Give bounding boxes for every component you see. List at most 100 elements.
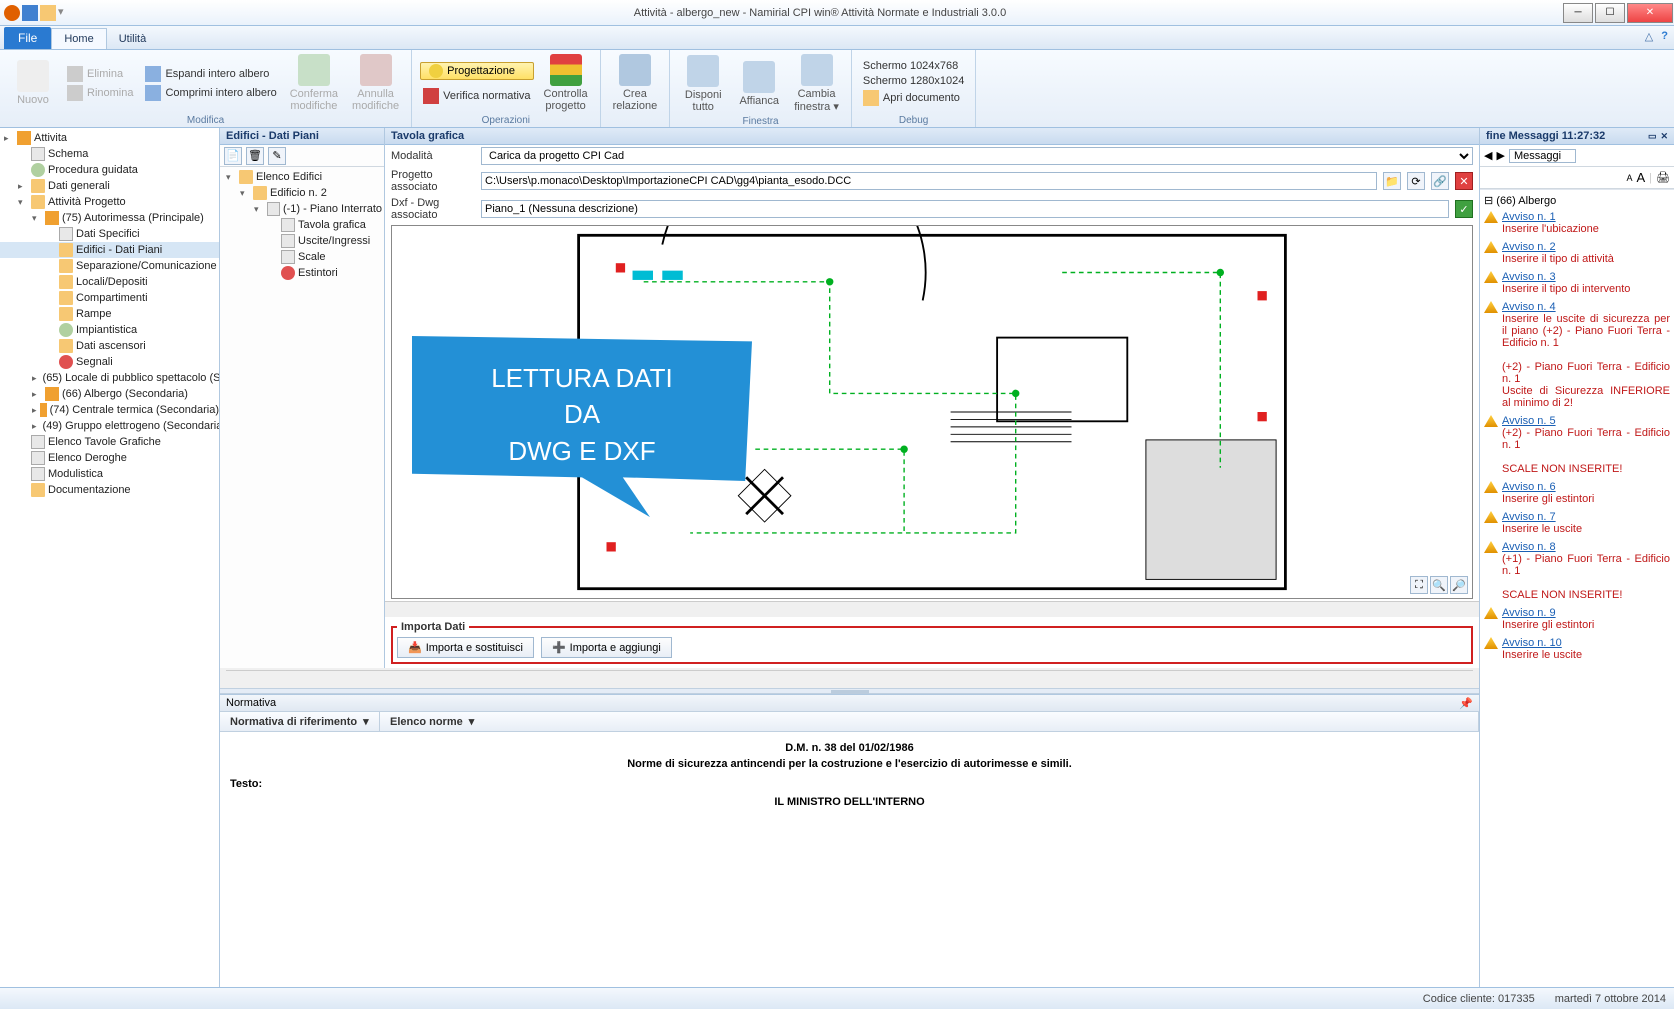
edifici-tree[interactable]: ▾Elenco Edifici▾Edificio n. 2▾(-1) - Pia… [220,167,384,668]
tree-node[interactable]: ▸Dati generali [0,178,219,194]
elimina-button[interactable]: Elimina [64,65,136,83]
ed-tree-node[interactable]: Uscite/Ingressi [222,233,382,249]
refresh-icon[interactable]: ⟳ [1407,172,1425,190]
tree-node[interactable]: ▸(74) Centrale termica (Secondaria) [0,402,219,418]
panel-min-icon[interactable]: ▭ [1648,131,1657,142]
cambia-finestra-button[interactable]: Cambia finestra ▾ [790,52,843,115]
importa-aggiungi-button[interactable]: ➕Importa e aggiungi [541,637,672,658]
panel-close-icon[interactable]: ✕ [1660,131,1668,142]
message-link[interactable]: Avviso n. 4 [1484,301,1670,313]
tree-node[interactable]: ▸(65) Locale di pubblico spettacolo (Sec [0,370,219,386]
apri-documento-button[interactable]: Apri documento [860,89,968,107]
schermo2-button[interactable]: Schermo 1280x1024 [860,74,968,88]
tree-node[interactable]: Elenco Deroghe [0,450,219,466]
canvas-h-scrollbar[interactable] [385,601,1479,617]
message-link[interactable]: Avviso n. 1 [1484,211,1670,223]
modalita-select[interactable]: Carica da progetto CPI Cad [481,147,1473,165]
tree-node[interactable]: ▾Attività Progetto [0,194,219,210]
tree-node[interactable]: Procedura guidata [0,162,219,178]
msg-root-node[interactable]: ⊟ (66) Albergo [1484,194,1670,207]
font-smaller-icon[interactable]: A [1626,173,1632,183]
minimize-button[interactable]: ─ [1563,3,1593,23]
normativa-col2[interactable]: Elenco norme▾ [380,712,1479,731]
msg-dropdown[interactable]: Messaggi [1509,149,1576,163]
tree-node[interactable]: ▸Attivita [0,130,219,146]
delete-item-icon[interactable]: 🗑 [246,147,264,165]
tree-node[interactable]: Impiantistica [0,322,219,338]
file-tab[interactable]: File [4,27,51,49]
tree-node[interactable]: Dati ascensori [0,338,219,354]
espandi-button[interactable]: Espandi intero albero [142,65,279,83]
messaggi-list[interactable]: ⊟ (66) Albergo Avviso n. 1Inserire l'ubi… [1480,189,1674,987]
close-button[interactable]: ✕ [1627,3,1673,23]
comprimi-button[interactable]: Comprimi intero albero [142,84,279,102]
verifica-button[interactable]: Verifica normativa [420,87,533,105]
disponi-button[interactable]: Disponi tutto [678,53,728,115]
ed-tree-node[interactable]: ▾Edificio n. 2 [222,185,382,201]
importa-sostituisci-button[interactable]: 📥Importa e sostituisci [397,637,534,658]
ed-tree-node[interactable]: ▾(-1) - Piano Interrato [222,201,382,217]
splitter-h[interactable] [220,688,1479,694]
ed-tree-node[interactable]: Tavola grafica [222,217,382,233]
message-link[interactable]: Avviso n. 7 [1484,511,1670,523]
progetto-input[interactable] [481,172,1377,190]
maximize-button[interactable]: ☐ [1595,3,1625,23]
annulla-button[interactable]: Annulla modifiche [348,52,403,114]
font-larger-icon[interactable]: A [1637,170,1646,185]
qat-open-icon[interactable] [40,5,56,21]
center-h-scrollbar[interactable] [226,670,1473,686]
tree-node[interactable]: Rampe [0,306,219,322]
help-icon[interactable]: ? [1661,30,1668,43]
nuovo-button[interactable]: Nuovo [8,58,58,108]
tree-node[interactable]: Segnali [0,354,219,370]
zoom-extents-icon[interactable]: ⛶ [1410,576,1428,594]
zoom-out-icon[interactable]: 🔎 [1450,576,1468,594]
next-msg-icon[interactable]: ▶ [1496,149,1504,162]
rinomina-button[interactable]: Rinomina [64,84,136,102]
tree-node[interactable]: Compartimenti [0,290,219,306]
tree-node[interactable]: Documentazione [0,482,219,498]
zoom-in-icon[interactable]: 🔍 [1430,576,1448,594]
ed-tree-node[interactable]: ▾Elenco Edifici [222,169,382,185]
message-link[interactable]: Avviso n. 5 [1484,415,1670,427]
message-link[interactable]: Avviso n. 6 [1484,481,1670,493]
message-link[interactable]: Avviso n. 8 [1484,541,1670,553]
tree-node[interactable]: ▸(66) Albergo (Secondaria) [0,386,219,402]
qat-icon-1[interactable] [4,5,20,21]
navigator-tree[interactable]: ▸AttivitaSchemaProcedura guidata▸Dati ge… [0,128,220,987]
progettazione-button[interactable]: Progettazione [420,62,533,80]
tree-node[interactable]: Dati Specifici [0,226,219,242]
dxf-input[interactable] [481,200,1449,218]
message-link[interactable]: Avviso n. 9 [1484,607,1670,619]
utilita-tab[interactable]: Utilità [107,29,159,49]
ed-tree-node[interactable]: Estintori [222,265,382,281]
tree-node[interactable]: Separazione/Comunicazione [0,258,219,274]
tree-node[interactable]: ▾(75) Autorimessa (Principale) [0,210,219,226]
crea-relazione-button[interactable]: Crea relazione [609,52,662,114]
message-link[interactable]: Avviso n. 3 [1484,271,1670,283]
pin-icon[interactable]: 📌 [1459,697,1473,710]
new-item-icon[interactable]: 📄 [224,147,242,165]
home-tab[interactable]: Home [51,28,106,49]
message-link[interactable]: Avviso n. 10 [1484,637,1670,649]
ed-tree-node[interactable]: Scale [222,249,382,265]
controlla-button[interactable]: Controlla progetto [540,52,592,114]
ribbon-collapse-icon[interactable]: △ [1645,30,1653,43]
prev-msg-icon[interactable]: ◀ [1484,149,1492,162]
schermo1-button[interactable]: Schermo 1024x768 [860,59,968,73]
edit-item-icon[interactable]: ✎ [268,147,286,165]
conferma-button[interactable]: Conferma modifiche [286,52,342,114]
floor-plan-canvas[interactable]: LETTURA DATI DA DWG E DXF ⛶ 🔍 🔎 [391,225,1473,599]
tree-node[interactable]: Edifici - Dati Piani [0,242,219,258]
tree-node[interactable]: Locali/Depositi [0,274,219,290]
link-icon[interactable]: 🔗 [1431,172,1449,190]
dxf-ok-icon[interactable]: ✓ [1455,200,1473,218]
tree-node[interactable]: Modulistica [0,466,219,482]
tree-node[interactable]: Elenco Tavole Grafiche [0,434,219,450]
tree-node[interactable]: ▸(49) Gruppo elettrogeno (Secondaria) [0,418,219,434]
message-link[interactable]: Avviso n. 2 [1484,241,1670,253]
affianca-button[interactable]: Affianca [734,59,784,109]
qat-dropdown-icon[interactable]: ▾ [58,5,74,21]
browse-icon[interactable]: 📁 [1383,172,1401,190]
qat-save-icon[interactable] [22,5,38,21]
